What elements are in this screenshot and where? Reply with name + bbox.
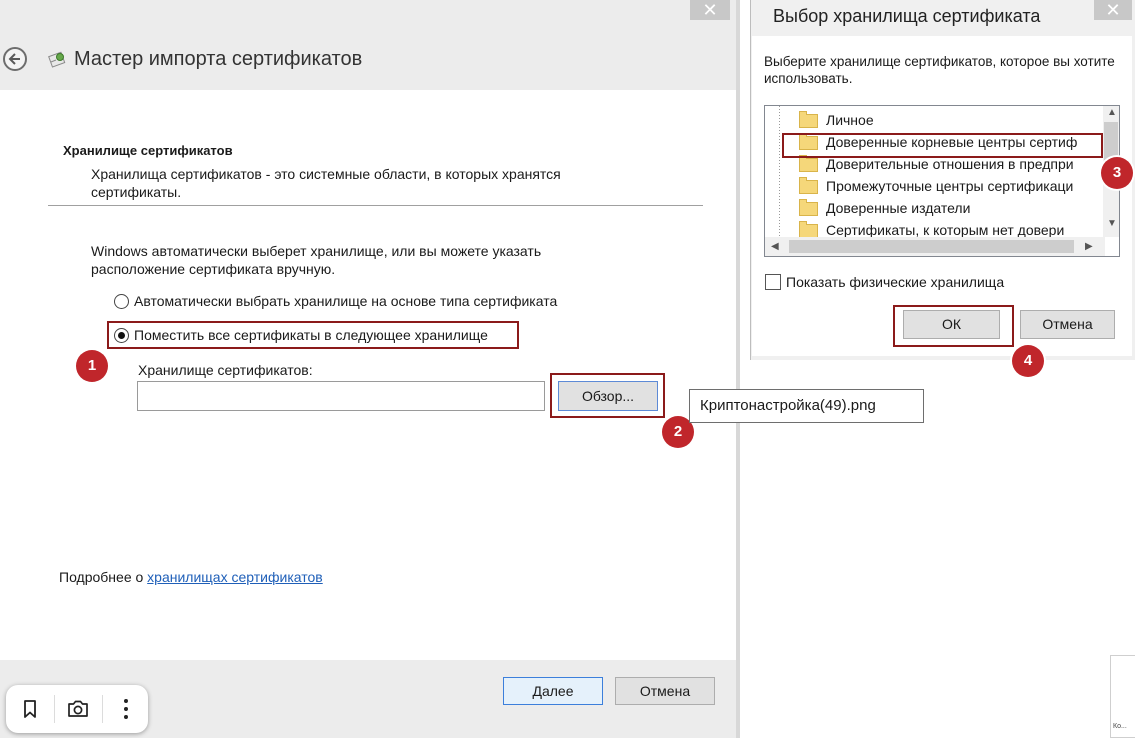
screenshot-button[interactable]: [56, 685, 100, 733]
folder-icon: [799, 111, 818, 128]
highlight-frame-ok: [893, 305, 1014, 347]
close-icon: ✕: [702, 0, 718, 20]
store-input[interactable]: [137, 381, 545, 411]
toolbar-separator: [54, 695, 55, 723]
scroll-left-icon[interactable]: ◀: [771, 241, 779, 252]
filename-tooltip: Криптонастройка(49).png: [689, 389, 924, 423]
certificate-icon: [48, 51, 66, 68]
folder-icon: [799, 177, 818, 194]
step-badge-4: 4: [1012, 345, 1044, 377]
wizard-border: [736, 0, 740, 738]
bookmark-button[interactable]: [8, 685, 52, 733]
corner-widget-text: Ко...: [1113, 723, 1127, 730]
store-tree[interactable]: Личное Доверенные корневые центры сертиф…: [764, 105, 1120, 257]
highlight-frame-browse: [550, 373, 665, 418]
toolbar-separator: [102, 695, 103, 723]
cert-stores-link[interactable]: хранилищах сертификатов: [147, 569, 323, 585]
highlight-frame-trusted-root: [782, 133, 1103, 158]
store-field-label: Хранилище сертификатов:: [138, 362, 313, 378]
radio-auto-select-label[interactable]: Автоматически выбрать хранилище на основ…: [134, 293, 557, 309]
tree-item-label: Промежуточные центры сертификаци: [826, 178, 1074, 194]
tree-item-label: Доверенные издатели: [826, 200, 971, 216]
back-button[interactable]: [3, 47, 27, 71]
vertical-scroll-thumb[interactable]: [1104, 122, 1118, 162]
scroll-up-icon[interactable]: ▲: [1107, 107, 1117, 118]
auto-select-description: Windows автоматически выберет хранилище,…: [91, 243, 542, 277]
step-badge-3: 3: [1101, 157, 1133, 189]
section-heading: Хранилище сертификатов: [63, 143, 233, 158]
step-badge-1: 1: [76, 350, 108, 382]
highlight-frame-radio: [107, 321, 519, 349]
folder-icon: [799, 155, 818, 172]
dialog-title: Выбор хранилища сертификата: [773, 6, 1041, 26]
tree-item-personal[interactable]: Личное: [765, 109, 1095, 131]
dialog-prompt: Выберите хранилище сертификатов, которое…: [764, 54, 1115, 86]
floating-toolbar: [6, 685, 148, 733]
scroll-right-icon[interactable]: ▶: [1085, 241, 1093, 252]
dialog-cancel-button[interactable]: Отмена: [1020, 310, 1115, 339]
tree-horizontal-scrollbar[interactable]: ◀ ▶: [765, 237, 1105, 256]
tree-item-intermediate[interactable]: Промежуточные центры сертификаци: [765, 175, 1095, 197]
show-physical-label[interactable]: Показать физические хранилища: [786, 274, 1004, 290]
scroll-down-icon[interactable]: ▼: [1107, 218, 1117, 229]
wizard-title: Мастер импорта сертификатов: [74, 48, 363, 70]
more-vertical-icon: [124, 699, 128, 719]
folder-icon: [799, 221, 818, 238]
more-info-text: Подробнее о хранилищах сертификатов: [59, 569, 323, 585]
show-physical-checkbox[interactable]: [765, 274, 781, 290]
more-options-button[interactable]: [104, 685, 148, 733]
next-button[interactable]: Далее: [503, 677, 603, 705]
horizontal-scroll-thumb[interactable]: [789, 240, 1074, 253]
close-icon: ✕: [1105, 0, 1121, 20]
radio-auto-select[interactable]: [114, 294, 129, 309]
more-info-prefix: Подробнее о: [59, 569, 148, 585]
tree-item-trusted-publishers[interactable]: Доверенные издатели: [765, 197, 1095, 219]
dialog-close-button[interactable]: ✕: [1094, 0, 1132, 20]
section-divider: [48, 205, 703, 206]
tree-item-label: Личное: [826, 112, 874, 128]
section-description: Хранилища сертификатов - это системные о…: [91, 166, 561, 200]
camera-icon: [68, 700, 88, 717]
wizard-cancel-button[interactable]: Отмена: [615, 677, 715, 705]
wizard-close-button[interactable]: ✕: [690, 0, 730, 20]
wizard-titlebar: [0, 0, 740, 22]
back-arrow-icon: [8, 53, 20, 65]
folder-icon: [799, 199, 818, 216]
bookmark-icon: [24, 700, 36, 718]
